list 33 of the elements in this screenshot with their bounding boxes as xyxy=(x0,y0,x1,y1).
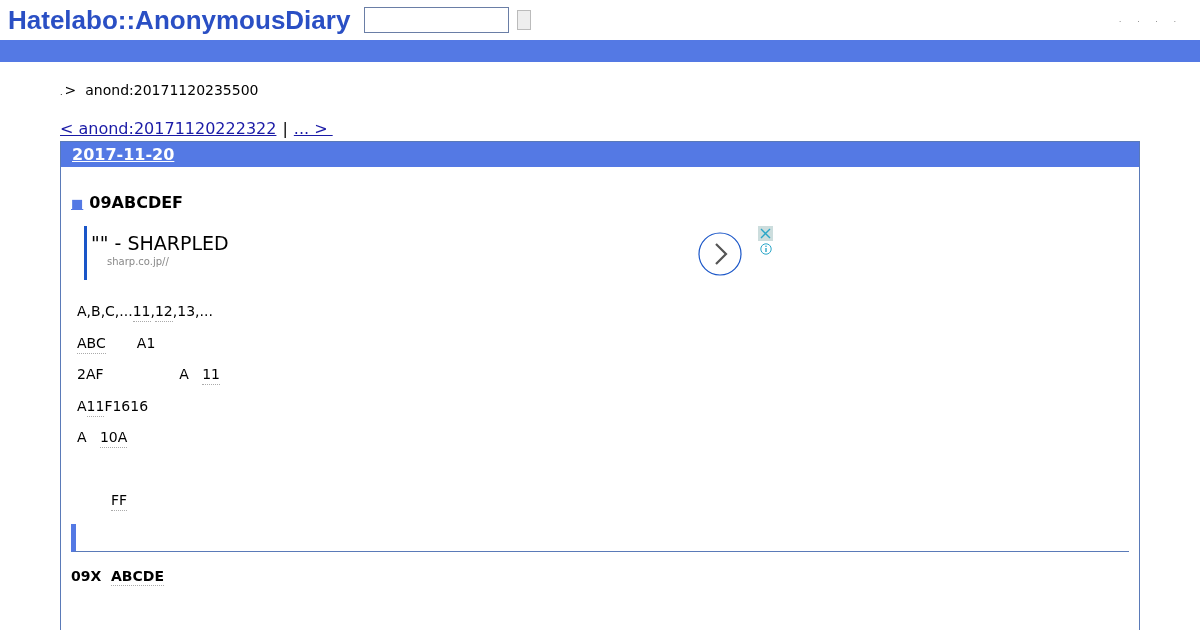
breadcrumb-separator: > xyxy=(64,82,77,98)
info-icon[interactable] xyxy=(759,243,772,255)
keyword-link[interactable]: 11 xyxy=(132,302,151,322)
search-field[interactable] xyxy=(364,7,510,33)
pager-separator: | xyxy=(282,119,288,140)
date-link[interactable]: 2017-11-20 xyxy=(72,145,175,164)
close-icon[interactable] xyxy=(758,226,773,241)
text: 09X xyxy=(71,568,103,586)
site-logo[interactable]: Hatelabo::AnonymousDiary xyxy=(8,4,351,36)
breadcrumb-current: anond:20171120235500 xyxy=(85,82,259,98)
text: , xyxy=(150,302,155,321)
keyword-link[interactable]: 10A xyxy=(99,428,128,448)
keyword-link[interactable]: 11 xyxy=(86,396,105,417)
prev-link[interactable]: < anond:20171120222322 xyxy=(60,119,277,141)
text: ,13,... xyxy=(172,302,213,321)
text: A xyxy=(77,396,87,416)
ad-title[interactable]: "" - SHARPLED xyxy=(91,232,698,254)
text: A xyxy=(77,428,88,447)
ad-url: sharp.co.jp// xyxy=(107,256,170,267)
keyword-link[interactable]: ABCDE xyxy=(111,568,164,586)
text: F1616 xyxy=(104,396,149,416)
keyword-link[interactable]: 12 xyxy=(154,302,173,322)
text: 2AF A xyxy=(77,365,190,384)
home-link[interactable]: . xyxy=(60,88,63,97)
text: A1 xyxy=(135,333,156,353)
next-link[interactable]: ... > xyxy=(293,119,333,141)
keyword-link[interactable]: ABC xyxy=(77,333,106,354)
entry-title: 09ABCDEF xyxy=(89,193,184,212)
entry-mark-link[interactable]: ■ xyxy=(71,196,84,211)
search-button[interactable] xyxy=(517,10,532,30)
keyword-link[interactable]: 11 xyxy=(202,365,220,385)
text: A,B,C,... xyxy=(77,302,133,321)
keyword-link[interactable]: FF xyxy=(111,490,128,511)
